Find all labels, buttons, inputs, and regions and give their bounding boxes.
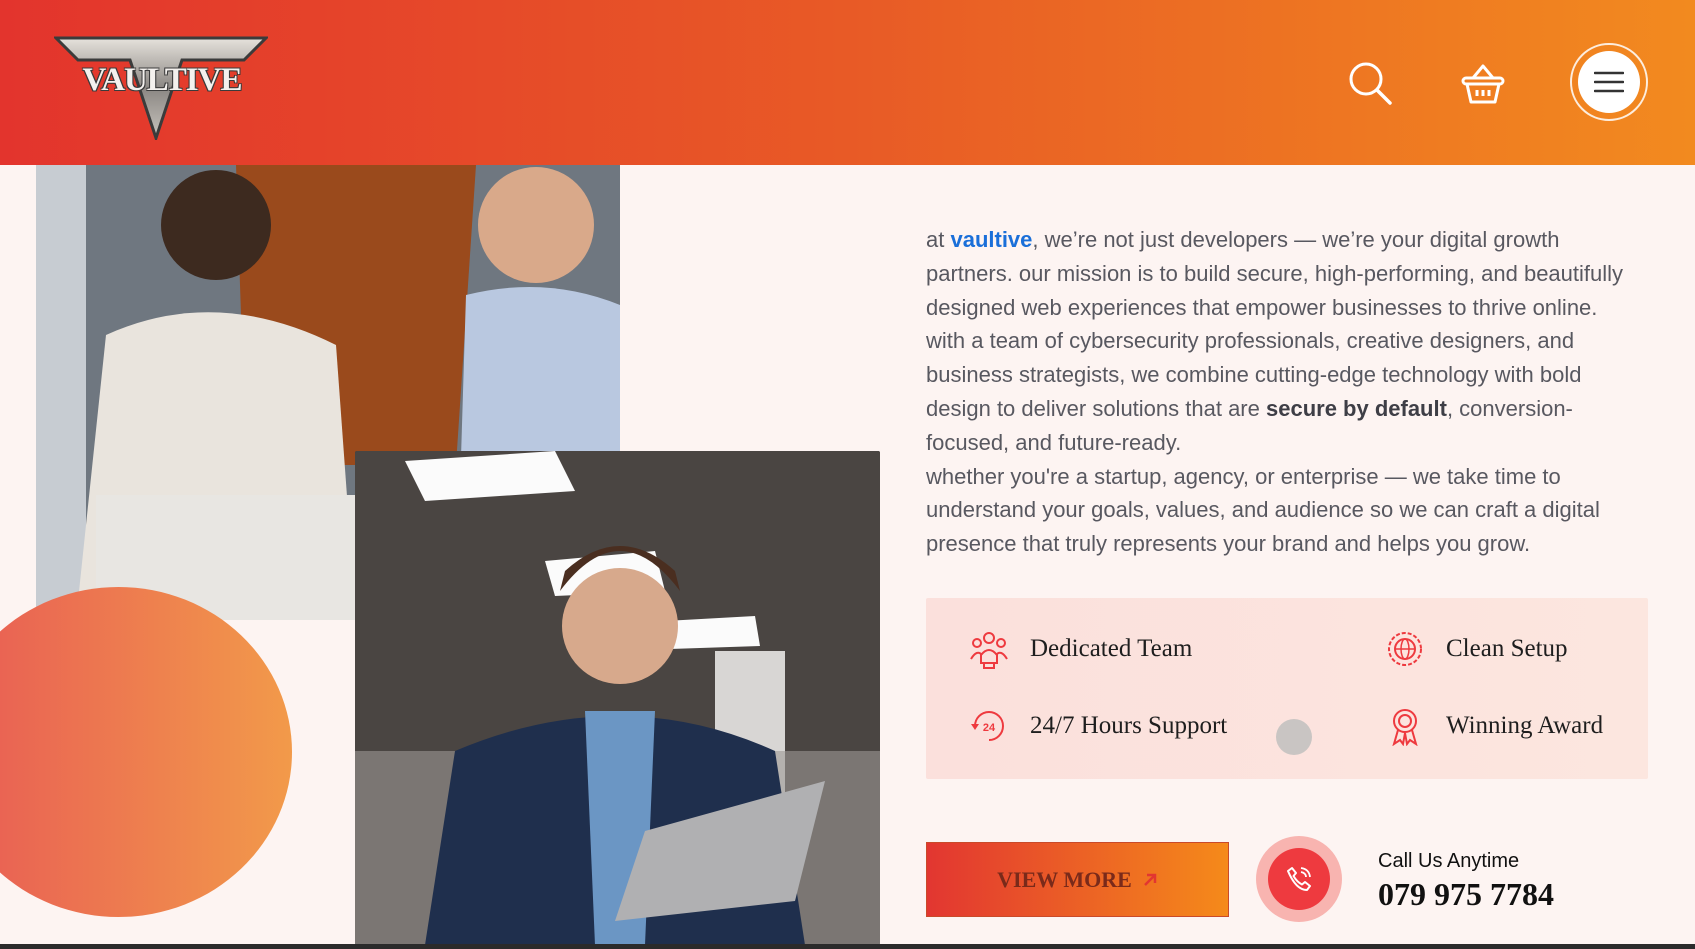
menu-button-inner [1578,51,1640,113]
brand-link[interactable]: vaultive [950,227,1032,252]
feature-label: Dedicated Team [1030,635,1193,662]
emphasis-text: secure by default [1265,395,1447,421]
support-24-icon: 24 [968,705,1010,747]
feature-clean-setup: Clean Setup [1384,628,1568,670]
bottom-edge-bar [0,944,1695,949]
view-more-label: VIEW MORE [997,866,1132,892]
about-description: at vaultive, we’re not just developers —… [926,223,1636,561]
decorative-circle [0,587,292,917]
cart-button[interactable] [1459,60,1507,108]
site-header: VAULTIVE [0,0,1695,165]
basket-icon [1461,64,1505,104]
call-label: Call Us Anytime [1378,850,1520,872]
search-button[interactable] [1347,60,1393,106]
feature-label: 24/7 Hours Support [1030,712,1228,739]
about-paragraph-2: whether you're a startup, agency, or ent… [926,463,1600,557]
call-button[interactable] [1256,836,1342,922]
feature-label: Winning Award [1446,712,1604,739]
feature-support: 24 24/7 Hours Support [968,705,1227,747]
mouse-cursor-dot [1276,719,1312,755]
call-button-core [1268,848,1330,910]
features-box: Dedicated Team Clean Setup 24 24/7 Hours… [926,598,1648,779]
logo-text: VAULTIVE [82,62,243,98]
phone-number[interactable]: 079 975 7784 [1378,876,1554,913]
team-icon [968,628,1010,670]
globe-gear-icon [1384,628,1426,670]
about-paragraph-1: at vaultive, we’re not just developers —… [926,223,1636,460]
professional-photo-illustration [355,451,880,945]
feature-label: Clean Setup [1446,635,1568,662]
menu-button[interactable] [1570,43,1648,121]
vaultive-logo[interactable]: VAULTIVE [52,36,270,143]
menu-icon [1594,71,1624,93]
intro-prefix: at [926,227,951,252]
svg-text:24: 24 [983,722,996,734]
view-more-button[interactable]: VIEW MORE [926,842,1229,917]
award-icon [1384,705,1426,747]
feature-dedicated-team: Dedicated Team [968,628,1192,670]
professional-photo [355,451,880,945]
arrow-up-right-icon [1143,873,1157,886]
phone-icon [1287,867,1311,891]
intro-rest: , we’re not just developers — we’re your… [926,227,1624,421]
search-icon [1349,62,1392,105]
feature-award: Winning Award [1384,705,1603,747]
